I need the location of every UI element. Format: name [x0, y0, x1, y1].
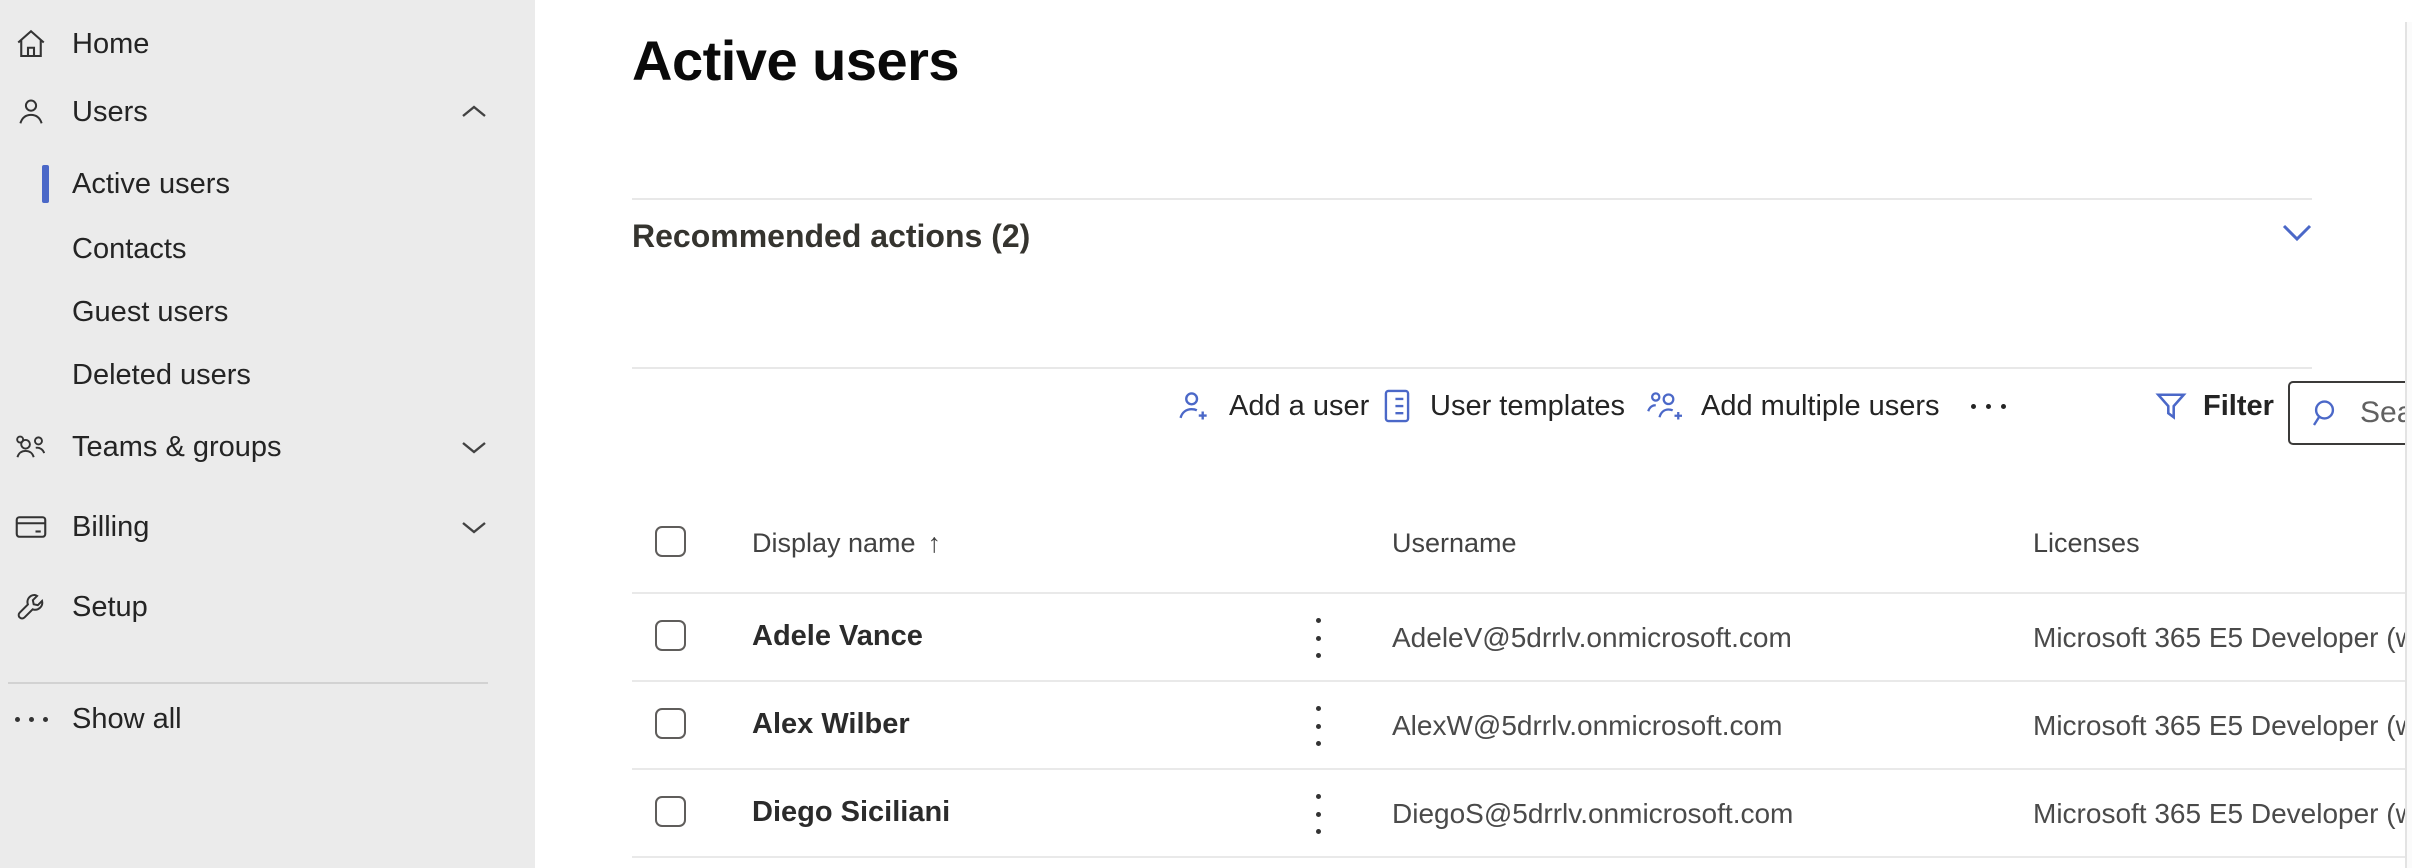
add-multiple-users-icon — [1643, 387, 1685, 425]
row-checkbox[interactable] — [655, 708, 686, 739]
sort-ascending-icon: ↑ — [928, 528, 942, 559]
add-user-icon — [1175, 387, 1213, 425]
row-checkbox[interactable] — [655, 620, 686, 651]
page-title: Active users — [632, 28, 959, 93]
recommended-actions-header[interactable]: Recommended actions (2) — [632, 218, 1030, 255]
column-header-licenses[interactable]: Licenses — [2033, 528, 2140, 559]
username-cell: AdeleV@5drrlv.onmicrosoft.com — [1392, 622, 1792, 654]
licenses-cell: Microsoft 365 E5 Developer (withou — [2033, 798, 2405, 830]
filter-label: Filter — [2203, 390, 2274, 423]
display-name-cell[interactable]: Diego Siciliani — [752, 796, 950, 829]
sidebar: Home Users Active users Contacts Guest u… — [0, 0, 535, 868]
sidebar-item-show-all[interactable]: Show all — [0, 690, 535, 748]
user-templates-icon — [1380, 387, 1414, 425]
row-checkbox[interactable] — [655, 796, 686, 827]
sidebar-divider — [8, 682, 488, 684]
display-name-header-label: Display name — [752, 528, 916, 559]
column-header-username[interactable]: Username — [1392, 528, 1517, 559]
sidebar-item-label: Users — [72, 96, 148, 129]
sidebar-item-label: Home — [72, 28, 149, 61]
row-more-actions-icon[interactable] — [1310, 704, 1327, 748]
ellipsis-icon — [8, 717, 54, 722]
section-divider — [632, 198, 2312, 200]
add-user-button[interactable]: Add a user — [1175, 376, 1369, 436]
username-cell: DiegoS@5drrlv.onmicrosoft.com — [1392, 798, 1793, 830]
sidebar-item-label: Active users — [72, 168, 230, 201]
add-user-label: Add a user — [1229, 390, 1369, 423]
user-templates-button[interactable]: User templates — [1380, 376, 1625, 436]
sidebar-item-contacts[interactable]: Contacts — [0, 220, 535, 278]
home-icon — [8, 26, 54, 62]
credit-card-icon — [8, 511, 54, 543]
row-more-actions-icon[interactable] — [1310, 792, 1327, 836]
person-icon — [8, 95, 54, 129]
licenses-cell: Microsoft 365 E5 Developer (withou — [2033, 710, 2405, 742]
wrench-icon — [8, 590, 54, 624]
sidebar-item-active-users[interactable]: Active users — [0, 155, 535, 213]
main-content: Active users Recommended actions (2) Add… — [535, 0, 2412, 868]
sidebar-item-billing[interactable]: Billing — [0, 498, 535, 556]
sidebar-item-setup[interactable]: Setup — [0, 578, 535, 636]
user-templates-label: User templates — [1430, 390, 1625, 423]
sidebar-item-users[interactable]: Users — [0, 83, 535, 141]
sidebar-item-deleted-users[interactable]: Deleted users — [0, 346, 535, 404]
table-row[interactable]: Adele Vance AdeleV@5drrlv.onmicrosoft.co… — [535, 594, 2412, 680]
select-all-checkbox[interactable] — [655, 526, 686, 557]
sidebar-item-label: Setup — [72, 591, 148, 624]
sidebar-item-guest-users[interactable]: Guest users — [0, 283, 535, 341]
section-divider — [632, 367, 2312, 369]
table-row[interactable]: Alex Wilber AlexW@5drrlv.onmicrosoft.com… — [535, 682, 2412, 768]
display-name-cell[interactable]: Adele Vance — [752, 620, 923, 653]
admin-center-page: Home Users Active users Contacts Guest u… — [0, 0, 2412, 868]
sidebar-item-label: Billing — [72, 511, 149, 544]
sidebar-item-home[interactable]: Home — [0, 15, 535, 73]
scrollbar-track[interactable] — [2405, 22, 2412, 868]
row-divider — [632, 856, 2405, 858]
username-header-label: Username — [1392, 528, 1517, 559]
sidebar-item-label: Contacts — [72, 233, 186, 266]
row-more-actions-icon[interactable] — [1310, 616, 1327, 660]
username-cell: AlexW@5drrlv.onmicrosoft.com — [1392, 710, 1782, 742]
chevron-down-icon[interactable] — [459, 438, 489, 456]
table-row[interactable]: Diego Siciliani DiegoS@5drrlv.onmicrosof… — [535, 770, 2412, 856]
display-name-cell[interactable]: Alex Wilber — [752, 708, 910, 741]
filter-button[interactable]: Filter — [2153, 376, 2274, 436]
people-icon — [8, 430, 54, 464]
licenses-cell: Microsoft 365 E5 Developer (withou — [2033, 622, 2405, 654]
recommended-actions-expand-chevron-icon[interactable] — [2280, 222, 2314, 249]
search-box — [2288, 381, 2412, 445]
filter-icon — [2153, 388, 2189, 424]
table-header-row: Display name ↑ Username Licenses — [535, 500, 2412, 592]
sidebar-item-label: Guest users — [72, 296, 228, 329]
column-header-display-name[interactable]: Display name ↑ — [752, 528, 941, 559]
search-icon — [2308, 395, 2344, 431]
sidebar-item-teams-groups[interactable]: Teams & groups — [0, 418, 535, 476]
licenses-header-label: Licenses — [2033, 528, 2140, 559]
chevron-up-icon[interactable] — [459, 103, 489, 121]
sidebar-item-label: Show all — [72, 703, 182, 736]
sidebar-item-label: Deleted users — [72, 359, 251, 392]
selected-indicator — [42, 165, 49, 203]
chevron-down-icon[interactable] — [459, 518, 489, 536]
add-multiple-users-button[interactable]: Add multiple users — [1643, 376, 1940, 436]
add-multiple-users-label: Add multiple users — [1701, 390, 1940, 423]
sidebar-item-label: Teams & groups — [72, 431, 282, 464]
toolbar-overflow-button[interactable] — [1971, 376, 2006, 436]
